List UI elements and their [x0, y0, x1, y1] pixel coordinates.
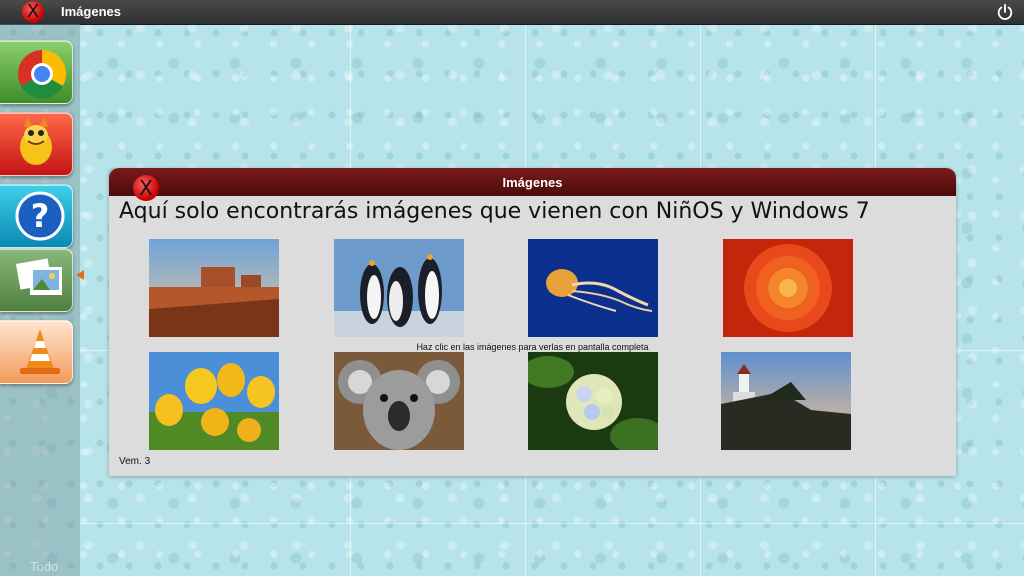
todo-label[interactable]: Todo: [30, 559, 58, 574]
power-icon[interactable]: [996, 3, 1014, 21]
image-chrysanthemum[interactable]: [723, 239, 853, 337]
active-indicator: [76, 270, 84, 280]
chrome-icon: [18, 49, 67, 99]
grid-line: [80, 523, 1024, 524]
vlc-cone-icon: [20, 329, 60, 374]
dialog-close-icon[interactable]: X: [133, 175, 159, 201]
dialog-title: Imágenes: [502, 175, 563, 190]
images-dialog: Imágenes X Aquí solo encontrarás imágene…: [109, 168, 956, 476]
image-jellyfish[interactable]: [528, 239, 658, 337]
image-hydrangeas[interactable]: [528, 352, 658, 450]
photos-icon: [15, 258, 62, 295]
image-koala[interactable]: [334, 352, 464, 450]
tulips-image: [149, 352, 279, 450]
chrysanthemum-image: [723, 239, 853, 337]
desert-image: [149, 239, 279, 337]
jellyfish-image: [528, 239, 658, 337]
sidebar-item-vlc[interactable]: [0, 320, 73, 384]
question-icon: ?: [15, 191, 65, 241]
image-tulips[interactable]: [149, 352, 279, 450]
sidebar-item-photos[interactable]: [0, 248, 73, 312]
dialog-header: Imágenes: [109, 168, 956, 196]
image-lighthouse[interactable]: [721, 352, 851, 450]
penguins-image: [334, 239, 464, 337]
sidebar-item-chrome[interactable]: [0, 40, 73, 104]
image-desert[interactable]: [149, 239, 279, 337]
dragon-icon: [20, 117, 52, 165]
hydrangeas-image: [528, 352, 658, 450]
sidebar-item-help[interactable]: ?: [0, 184, 73, 248]
top-bar: X Imágenes: [0, 0, 1024, 25]
koala-image: [334, 352, 464, 450]
image-penguins[interactable]: [334, 239, 464, 337]
sidebar-dock: ? Todo: [0, 24, 80, 576]
svg-text:?: ?: [31, 197, 50, 235]
window-title: Imágenes: [61, 4, 121, 19]
dialog-heading: Aquí solo encontrarás imágenes que viene…: [119, 199, 870, 224]
close-icon[interactable]: X: [22, 1, 44, 23]
lighthouse-image: [721, 352, 851, 450]
hint-text: Haz clic en las imágenes para verlas en …: [416, 342, 649, 352]
version-label: Vem. 3: [119, 456, 151, 467]
sidebar-item-dragon[interactable]: [0, 112, 73, 176]
